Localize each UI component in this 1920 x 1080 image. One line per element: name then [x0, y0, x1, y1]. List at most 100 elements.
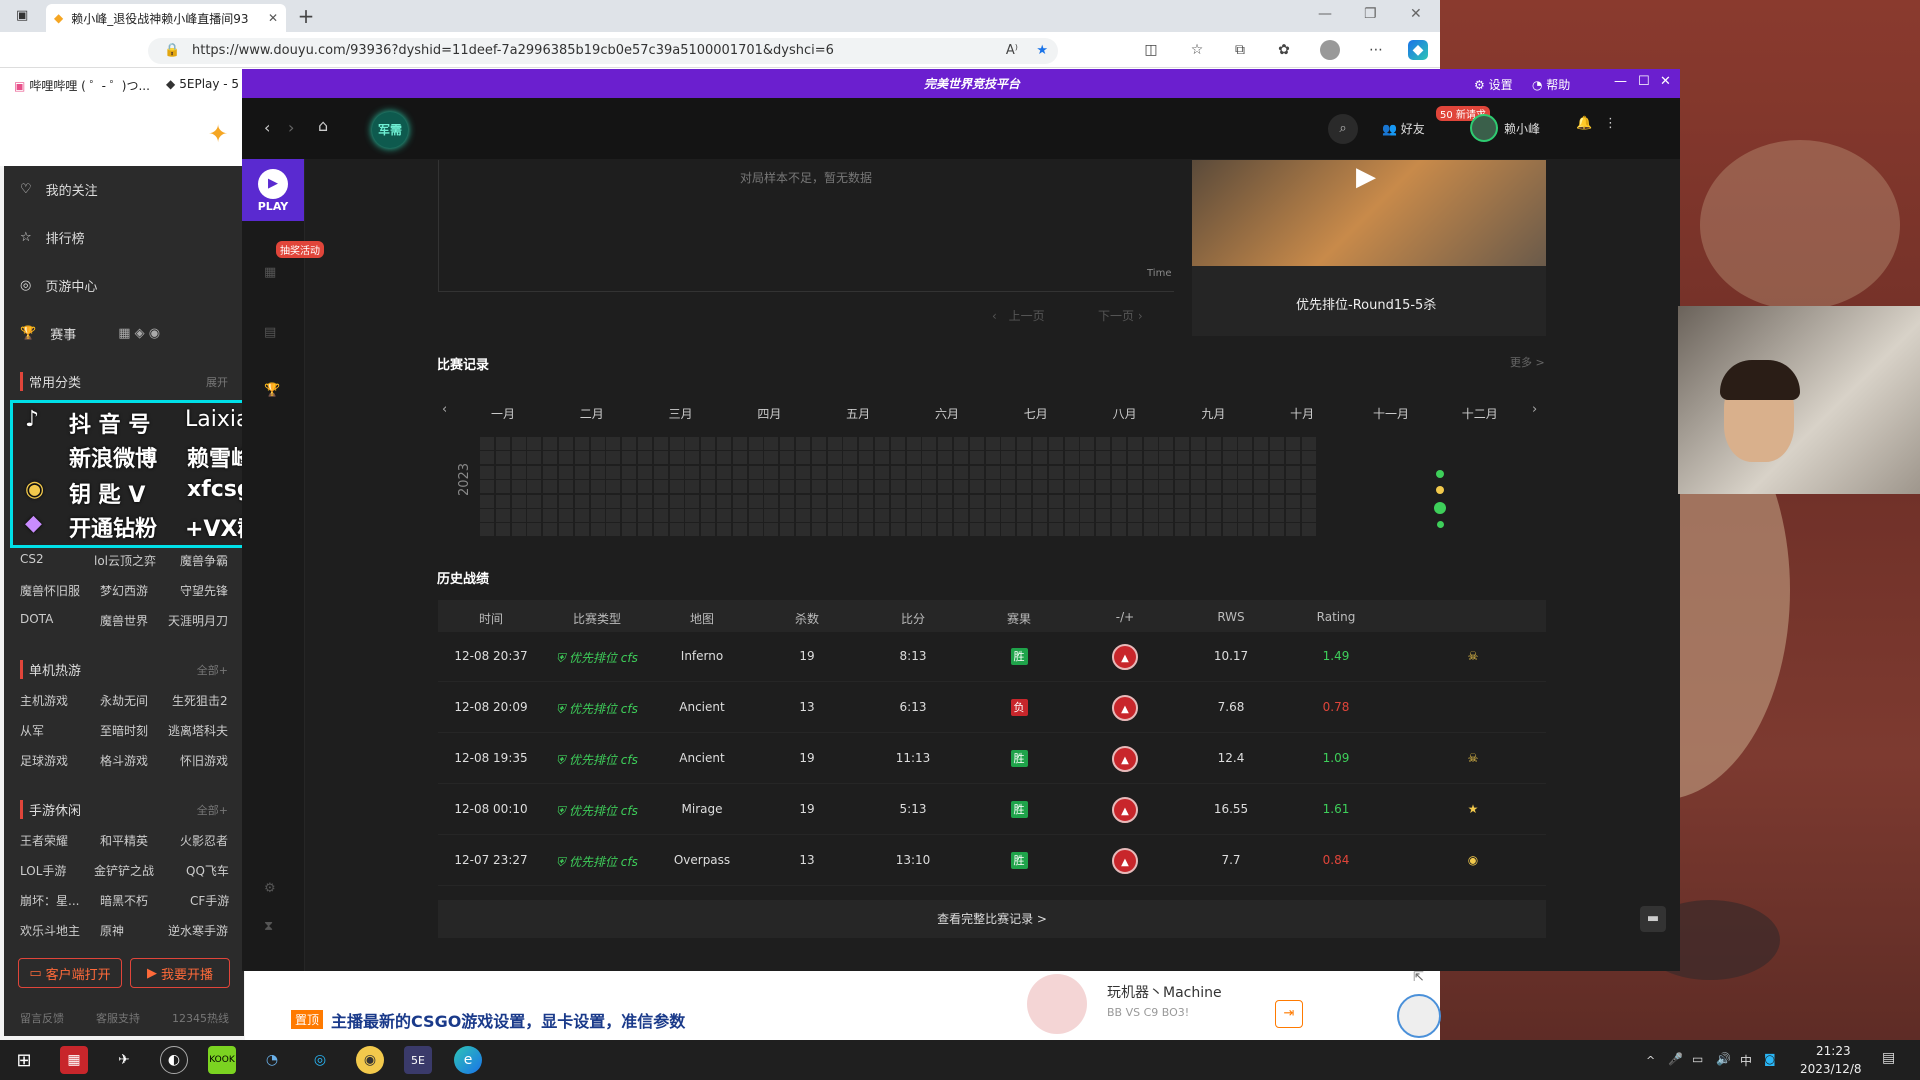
- calendar-day-cell[interactable]: [843, 451, 858, 465]
- calendar-day-cell[interactable]: [717, 437, 731, 450]
- calendar-day-cell[interactable]: [1017, 509, 1032, 522]
- calendar-day-cell[interactable]: [922, 523, 937, 537]
- calendar-day-cell[interactable]: [732, 523, 747, 537]
- calendar-day-cell[interactable]: [1143, 480, 1158, 494]
- calendar-day-cell[interactable]: [969, 451, 984, 465]
- calendar-day-cell[interactable]: [906, 480, 921, 494]
- calendar-day-cell[interactable]: [1222, 451, 1237, 465]
- settings-link[interactable]: ⚙ 设置: [1474, 76, 1513, 93]
- favorites-icon[interactable]: ☆: [1187, 40, 1207, 60]
- calendar-day-cell[interactable]: [511, 523, 526, 537]
- calendar-day-cell[interactable]: [811, 509, 826, 522]
- calendar-day-cell[interactable]: [811, 480, 826, 494]
- calendar-day-cell[interactable]: [1254, 523, 1269, 537]
- close-window-icon[interactable]: ✕: [1410, 6, 1422, 22]
- sidebar-item-webgame[interactable]: ◎ 页游中心: [20, 276, 97, 295]
- calendar-day-cell[interactable]: [1001, 451, 1016, 465]
- calendar-day-cell[interactable]: [780, 465, 795, 479]
- calendar-day-cell[interactable]: [685, 509, 700, 522]
- more-link[interactable]: 更多 >: [1510, 354, 1545, 370]
- calendar-day-cell[interactable]: [764, 509, 779, 522]
- calendar-day-cell[interactable]: [527, 494, 542, 508]
- calendar-day-cell[interactable]: [1048, 451, 1063, 465]
- category-link[interactable]: QQ飞车: [186, 862, 229, 879]
- activity-dot[interactable]: [1436, 486, 1444, 494]
- calendar-day-cell[interactable]: [1159, 494, 1174, 508]
- calendar-day-cell[interactable]: [606, 451, 621, 465]
- calendar-day-cell[interactable]: [1285, 437, 1300, 450]
- calendar-day-cell[interactable]: [827, 509, 842, 522]
- calendar-day-cell[interactable]: [748, 523, 763, 537]
- calendar-day-cell[interactable]: [480, 437, 494, 450]
- calendar-day-cell[interactable]: [480, 494, 494, 508]
- calendar-day-cell[interactable]: [938, 509, 953, 522]
- single-hot-more-link[interactable]: 全部+: [197, 662, 228, 678]
- calendar-day-cell[interactable]: [1206, 451, 1221, 465]
- calendar-day-cell[interactable]: [543, 480, 558, 494]
- hourglass-icon[interactable]: ⧗: [264, 919, 273, 934]
- calendar-day-cell[interactable]: [1112, 523, 1126, 537]
- calendar-day-cell[interactable]: [890, 509, 905, 522]
- calendar-day-cell[interactable]: [1254, 480, 1269, 494]
- calendar-day-cell[interactable]: [1127, 509, 1142, 522]
- calendar-day-cell[interactable]: [843, 465, 858, 479]
- calendar-day-cell[interactable]: [906, 494, 921, 508]
- calendar-day-cell[interactable]: [495, 465, 510, 479]
- douyu-logo-icon[interactable]: ✦: [208, 120, 228, 148]
- calendar-day-cell[interactable]: [574, 480, 589, 494]
- calendar-day-cell[interactable]: [1238, 480, 1253, 494]
- calendar-day-cell[interactable]: [685, 465, 700, 479]
- calendar-day-cell[interactable]: [1143, 494, 1158, 508]
- calendar-day-cell[interactable]: [1238, 437, 1253, 450]
- calendar-day-cell[interactable]: [875, 480, 889, 494]
- calendar-day-cell[interactable]: [638, 494, 652, 508]
- new-tab-button[interactable]: +: [294, 4, 318, 28]
- calendar-day-cell[interactable]: [1048, 437, 1063, 450]
- calendar-day-cell[interactable]: [622, 465, 637, 479]
- clock-date[interactable]: 2023/12/8: [1800, 1062, 1862, 1076]
- calendar-day-cell[interactable]: [511, 437, 526, 450]
- calendar-day-cell[interactable]: [527, 451, 542, 465]
- calendar-day-cell[interactable]: [590, 523, 605, 537]
- calendar-day-cell[interactable]: [606, 509, 621, 522]
- category-link[interactable]: CF手游: [190, 892, 229, 909]
- calendar-day-cell[interactable]: [954, 509, 968, 522]
- calendar-day-cell[interactable]: [1001, 480, 1016, 494]
- calendar-day-cell[interactable]: [1127, 465, 1142, 479]
- calendar-day-cell[interactable]: [811, 494, 826, 508]
- calendar-day-cell[interactable]: [1270, 480, 1284, 494]
- calendar-day-cell[interactable]: [922, 480, 937, 494]
- app-home-icon[interactable]: ⌂: [318, 116, 328, 135]
- calendar-day-cell[interactable]: [495, 523, 510, 537]
- calendar-day-cell[interactable]: [796, 494, 810, 508]
- calendar-day-cell[interactable]: [922, 437, 937, 450]
- calendar-day-cell[interactable]: [1127, 480, 1142, 494]
- calendar-day-cell[interactable]: [985, 465, 1000, 479]
- explore-icon[interactable]: ▦: [264, 265, 276, 280]
- calendar-day-cell[interactable]: [1175, 465, 1190, 479]
- ime-indicator[interactable]: 中: [1740, 1052, 1752, 1069]
- calendar-day-cell[interactable]: [717, 494, 731, 508]
- calendar-day-cell[interactable]: [1222, 437, 1237, 450]
- steam-icon[interactable]: ◔: [258, 1046, 286, 1074]
- calendar-day-cell[interactable]: [796, 480, 810, 494]
- calendar-day-cell[interactable]: [1033, 451, 1047, 465]
- pinned-post-link[interactable]: 主播最新的CSGO游戏设置，显卡设置，准信参数: [331, 1008, 685, 1032]
- calendar-day-cell[interactable]: [732, 494, 747, 508]
- category-link[interactable]: 欢乐斗地主: [20, 922, 80, 939]
- read-aloud-icon[interactable]: A⁾: [1006, 38, 1018, 64]
- calendar-day-cell[interactable]: [890, 465, 905, 479]
- restore-icon[interactable]: ❐: [1364, 6, 1377, 22]
- calendar-day-cell[interactable]: [1191, 523, 1205, 537]
- table-row[interactable]: 12-08 19:35 ⛨ 优先排位 cfs Ancient 19 11:13 胜 ▲ 12.…: [438, 734, 1546, 784]
- calendar-day-cell[interactable]: [1222, 465, 1237, 479]
- tournament-icon[interactable]: 🏆: [264, 383, 280, 398]
- calendar-day-cell[interactable]: [527, 465, 542, 479]
- activity-dot[interactable]: [1436, 521, 1444, 528]
- calendar-day-cell[interactable]: [1159, 465, 1174, 479]
- calendar-day-cell[interactable]: [1285, 451, 1300, 465]
- app-back-icon[interactable]: ‹: [264, 118, 270, 137]
- calendar-day-cell[interactable]: [653, 523, 668, 537]
- calendar-day-cell[interactable]: [748, 480, 763, 494]
- calendar-day-cell[interactable]: [1143, 523, 1158, 537]
